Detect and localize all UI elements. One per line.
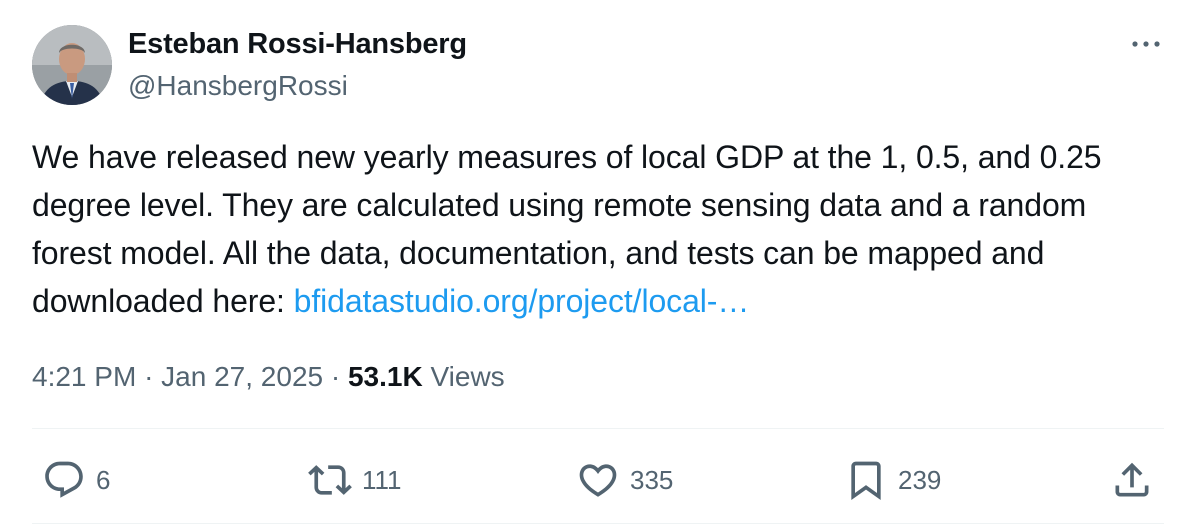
- tweet-text: We have released new yearly measures of …: [32, 133, 1162, 325]
- repost-count: 111: [362, 465, 402, 495]
- author-display-name[interactable]: Esteban Rossi-Hansberg: [128, 25, 467, 63]
- views-count: 53.1K: [347, 361, 423, 392]
- tweet-time[interactable]: 4:21 PM: [32, 361, 136, 392]
- tweet-meta: 4:21 PM · Jan 27, 2025 · 53.1K Views: [32, 359, 505, 395]
- divider: [32, 428, 1164, 429]
- share-button[interactable]: [1110, 458, 1154, 502]
- reply-button[interactable]: 6: [42, 458, 110, 502]
- like-icon: [579, 464, 617, 497]
- bookmark-count: 239: [898, 465, 942, 495]
- bookmark-button[interactable]: 239: [844, 458, 941, 502]
- divider: [32, 523, 1164, 524]
- views-label: Views: [430, 361, 505, 392]
- repost-icon: [308, 465, 352, 495]
- action-bar: 6 111 335 239: [0, 440, 1196, 520]
- meta-separator: ·: [144, 361, 154, 392]
- reply-count: 6: [96, 465, 111, 495]
- tweet-link[interactable]: bfidatastudio.org/project/local-…: [294, 283, 750, 319]
- avatar[interactable]: [32, 25, 112, 105]
- more-icon: [1132, 41, 1160, 47]
- more-options-button[interactable]: [1120, 28, 1168, 60]
- like-button[interactable]: 335: [576, 458, 673, 502]
- reply-icon: [45, 461, 83, 498]
- author-handle[interactable]: @HansbergRossi: [128, 68, 348, 104]
- like-count: 335: [630, 465, 674, 495]
- bookmark-icon: [851, 461, 881, 501]
- meta-separator: ·: [330, 361, 341, 392]
- share-icon: [1115, 462, 1149, 497]
- tweet-date[interactable]: Jan 27, 2025: [161, 361, 323, 392]
- tweet-card: Esteban Rossi-Hansberg @HansbergRossi We…: [0, 0, 1196, 526]
- repost-button[interactable]: 111: [308, 458, 402, 502]
